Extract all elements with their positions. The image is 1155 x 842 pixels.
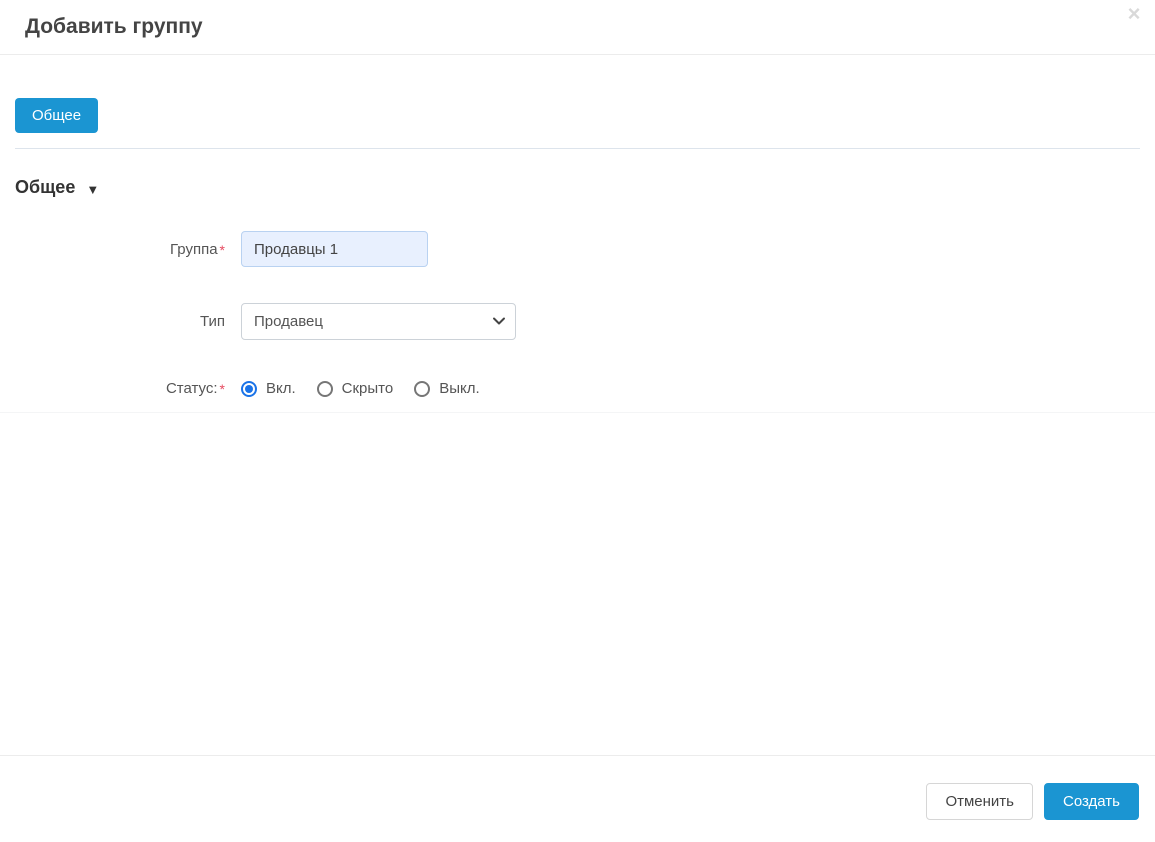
cancel-button[interactable]: Отменить — [926, 783, 1033, 820]
status-radio-on[interactable]: Вкл. — [241, 380, 296, 397]
tabs-divider — [15, 148, 1140, 149]
status-radio-group: Вкл. Скрыто Выкл. — [241, 380, 501, 397]
radio-icon — [241, 381, 257, 397]
radio-icon — [414, 381, 430, 397]
status-radio-off[interactable]: Выкл. — [414, 380, 479, 397]
form-row-type: Тип Продавец — [0, 303, 1155, 340]
modal-body: Общее Общее ▼ Группа* Тип Продавец — [0, 55, 1155, 755]
required-marker: * — [220, 381, 225, 397]
type-select-wrap: Продавец — [241, 303, 516, 340]
type-field-label: Тип — [0, 313, 225, 330]
modal-title: Добавить группу — [25, 15, 203, 39]
modal-header: Добавить группу × — [0, 0, 1155, 55]
caret-down-icon: ▼ — [86, 180, 99, 196]
tabs-row: Общее — [0, 55, 1155, 148]
modal-footer: Отменить Создать — [0, 755, 1155, 842]
tab-general[interactable]: Общее — [15, 98, 98, 133]
form-row-group: Группа* — [0, 231, 1155, 267]
general-form: Группа* Тип Продавец Статус:* — [0, 231, 1155, 413]
close-icon[interactable]: × — [1121, 1, 1147, 27]
form-row-status: Статус:* Вкл. Скрыто Выкл. — [0, 380, 1155, 397]
group-field-label: Группа* — [0, 241, 225, 258]
radio-icon — [317, 381, 333, 397]
status-radio-hidden[interactable]: Скрыто — [317, 380, 394, 397]
status-field-label: Статус:* — [0, 380, 225, 397]
section-title: Общее — [15, 177, 75, 198]
required-marker: * — [220, 242, 225, 258]
group-name-input[interactable] — [241, 231, 428, 267]
section-header-general[interactable]: Общее ▼ — [15, 177, 99, 198]
create-button[interactable]: Создать — [1044, 783, 1139, 820]
type-select[interactable]: Продавец — [241, 303, 516, 340]
add-group-modal: Добавить группу × Общее Общее ▼ Группа* … — [0, 0, 1155, 842]
